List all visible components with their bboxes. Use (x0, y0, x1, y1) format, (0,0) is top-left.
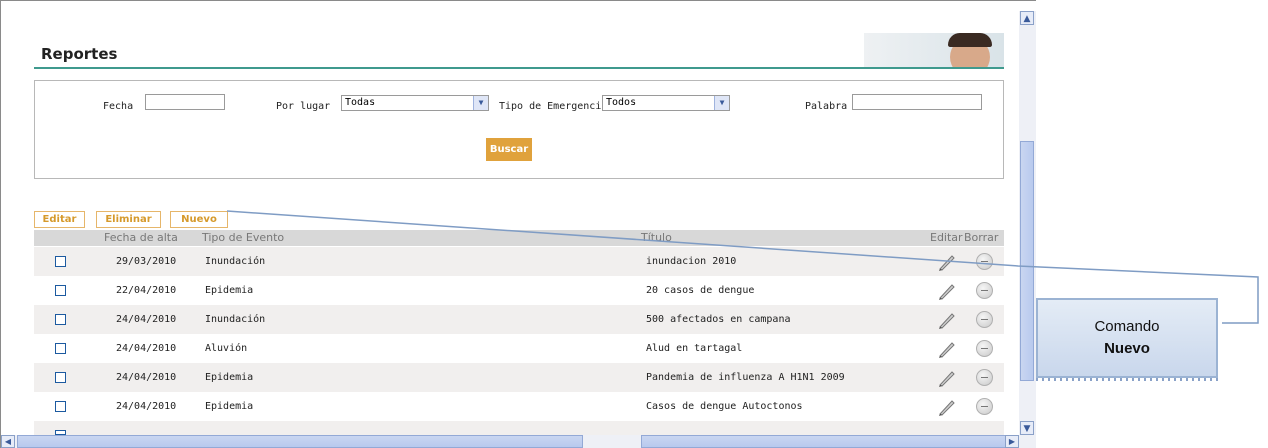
pencil-icon[interactable] (937, 369, 957, 387)
pencil-icon[interactable] (937, 253, 957, 271)
nuevo-button[interactable]: Nuevo (170, 211, 228, 228)
scroll-left-icon[interactable]: ◀ (1, 435, 15, 448)
horizontal-scrollbar[interactable]: ◀ ▶ (1, 435, 1036, 448)
lugar-label: Por lugar (276, 101, 331, 112)
table-row: 29/03/2010 Inundación inundacion 2010 (34, 247, 1004, 276)
buscar-button[interactable]: Buscar (486, 138, 532, 161)
eliminar-button[interactable]: Eliminar (96, 211, 161, 228)
filter-panel: Fecha Por lugar Todas ▼ Tipo de Emergenc… (34, 80, 1004, 179)
child-hair-image (948, 33, 992, 47)
scroll-right-icon[interactable]: ▶ (1005, 435, 1019, 448)
table-row: 22/04/2010 Epidemia 20 casos de dengue (34, 276, 1004, 305)
header-fecha[interactable]: Fecha de alta (104, 231, 178, 244)
chevron-down-icon[interactable]: ▼ (714, 96, 729, 110)
row-fecha: 24/04/2010 (116, 314, 177, 325)
callout-ticks (1036, 378, 1218, 381)
callout-line1: Comando (1094, 318, 1160, 335)
tipo-label: Tipo de Emergencia (499, 101, 608, 112)
row-checkbox[interactable] (55, 256, 66, 267)
delete-icon[interactable] (976, 311, 993, 328)
pencil-icon[interactable] (937, 398, 957, 416)
row-fecha: 24/04/2010 (116, 343, 177, 354)
header-editar: Editar (930, 231, 963, 244)
row-tipo: Aluvión (205, 343, 248, 354)
title-divider (34, 67, 1004, 69)
vertical-scrollbar[interactable]: ▲ ▼ (1019, 11, 1036, 435)
table-row: 24/04/2010 Epidemia Casos de dengue Auto… (34, 392, 1004, 421)
vertical-scroll-thumb[interactable] (1020, 141, 1034, 381)
horizontal-scroll-thumb-2[interactable] (641, 435, 1006, 448)
chevron-down-icon[interactable]: ▼ (473, 96, 488, 110)
scroll-up-icon[interactable]: ▲ (1020, 11, 1034, 25)
header-titulo[interactable]: Título (641, 231, 672, 244)
row-titulo: Pandemia de influenza A H1N1 2009 (646, 372, 845, 383)
row-titulo: Casos de dengue Autoctonos (646, 401, 803, 412)
header-photo (864, 33, 1004, 67)
table-header: Fecha de alta Tipo de Evento Título Edit… (34, 230, 1004, 246)
row-titulo: inundacion 2010 (646, 256, 737, 267)
delete-icon[interactable] (976, 398, 993, 415)
row-checkbox[interactable] (55, 314, 66, 325)
row-tipo: Epidemia (205, 372, 254, 383)
header-borrar: Borrar (964, 231, 999, 244)
row-tipo: Epidemia (205, 401, 254, 412)
row-titulo: 20 casos de dengue (646, 285, 755, 296)
delete-icon[interactable] (976, 253, 993, 270)
palabra-label: Palabra (805, 101, 848, 112)
row-tipo: Epidemia (205, 285, 254, 296)
delete-icon[interactable] (976, 282, 993, 299)
pencil-icon[interactable] (937, 311, 957, 329)
palabra-input[interactable] (852, 94, 982, 110)
pencil-icon[interactable] (937, 282, 957, 300)
row-fecha: 24/04/2010 (116, 372, 177, 383)
lugar-select[interactable]: Todas ▼ (341, 95, 489, 111)
row-titulo: Alud en tartagal (646, 343, 743, 354)
row-fecha: 29/03/2010 (116, 256, 177, 267)
table-row (34, 421, 1004, 435)
row-checkbox[interactable] (55, 343, 66, 354)
header-tipo[interactable]: Tipo de Evento (202, 231, 284, 244)
row-tipo: Inundación (205, 314, 266, 325)
row-titulo: 500 afectados en campana (646, 314, 791, 325)
tipo-select[interactable]: Todos ▼ (602, 95, 730, 111)
horizontal-scroll-thumb[interactable] (17, 435, 583, 448)
callout-box: Comando Nuevo (1036, 298, 1218, 381)
row-checkbox[interactable] (55, 372, 66, 383)
row-fecha: 24/04/2010 (116, 401, 177, 412)
fecha-label: Fecha (103, 101, 134, 112)
editar-button[interactable]: Editar (34, 211, 85, 228)
table-row: 24/04/2010 Aluvión Alud en tartagal (34, 334, 1004, 363)
page-title: Reportes (41, 45, 118, 63)
row-fecha: 22/04/2010 (116, 285, 177, 296)
scroll-down-icon[interactable]: ▼ (1020, 421, 1034, 435)
row-checkbox[interactable] (55, 401, 66, 412)
table-row: 24/04/2010 Inundación 500 afectados en c… (34, 305, 1004, 334)
lugar-select-value: Todas (345, 97, 376, 108)
browser-viewport: Reportes Fecha Por lugar Todas ▼ Tipo de… (0, 0, 1036, 448)
delete-icon[interactable] (976, 340, 993, 357)
row-tipo: Inundación (205, 256, 266, 267)
tipo-select-value: Todos (606, 97, 637, 108)
row-checkbox[interactable] (55, 285, 66, 296)
pencil-icon[interactable] (937, 340, 957, 358)
table-row: 24/04/2010 Epidemia Pandemia de influenz… (34, 363, 1004, 392)
delete-icon[interactable] (976, 369, 993, 386)
callout-line2: Nuevo (1104, 340, 1150, 357)
fecha-input[interactable] (145, 94, 225, 110)
